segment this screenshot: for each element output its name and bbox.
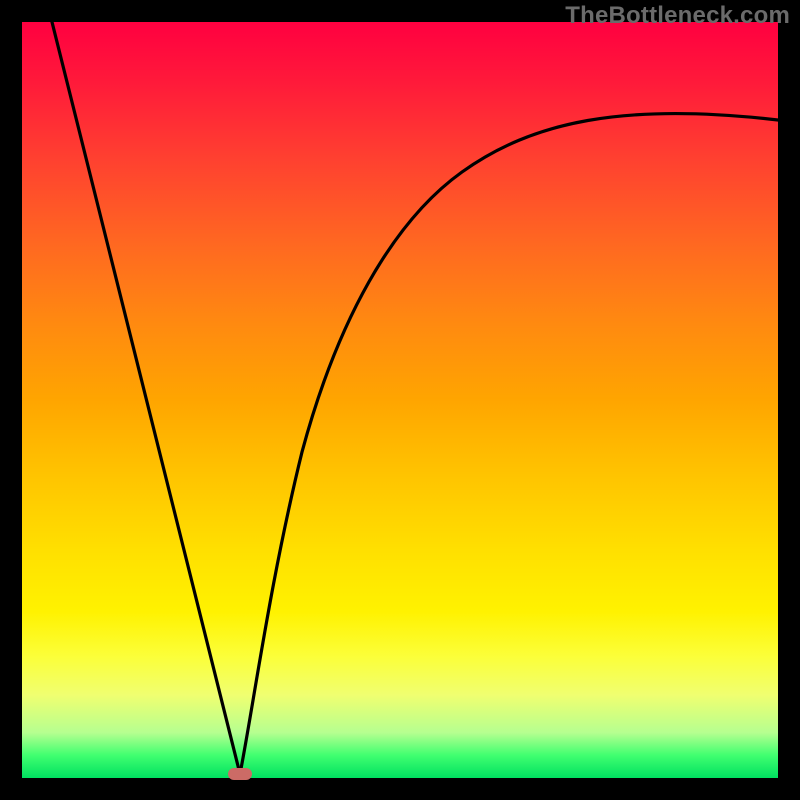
bottleneck-curve bbox=[22, 22, 778, 778]
plot-area bbox=[22, 22, 778, 778]
chart-frame: TheBottleneck.com bbox=[0, 0, 800, 800]
curve-left-branch bbox=[52, 22, 240, 774]
watermark-text: TheBottleneck.com bbox=[565, 2, 790, 30]
curve-right-branch bbox=[240, 113, 778, 774]
min-marker bbox=[228, 768, 252, 780]
